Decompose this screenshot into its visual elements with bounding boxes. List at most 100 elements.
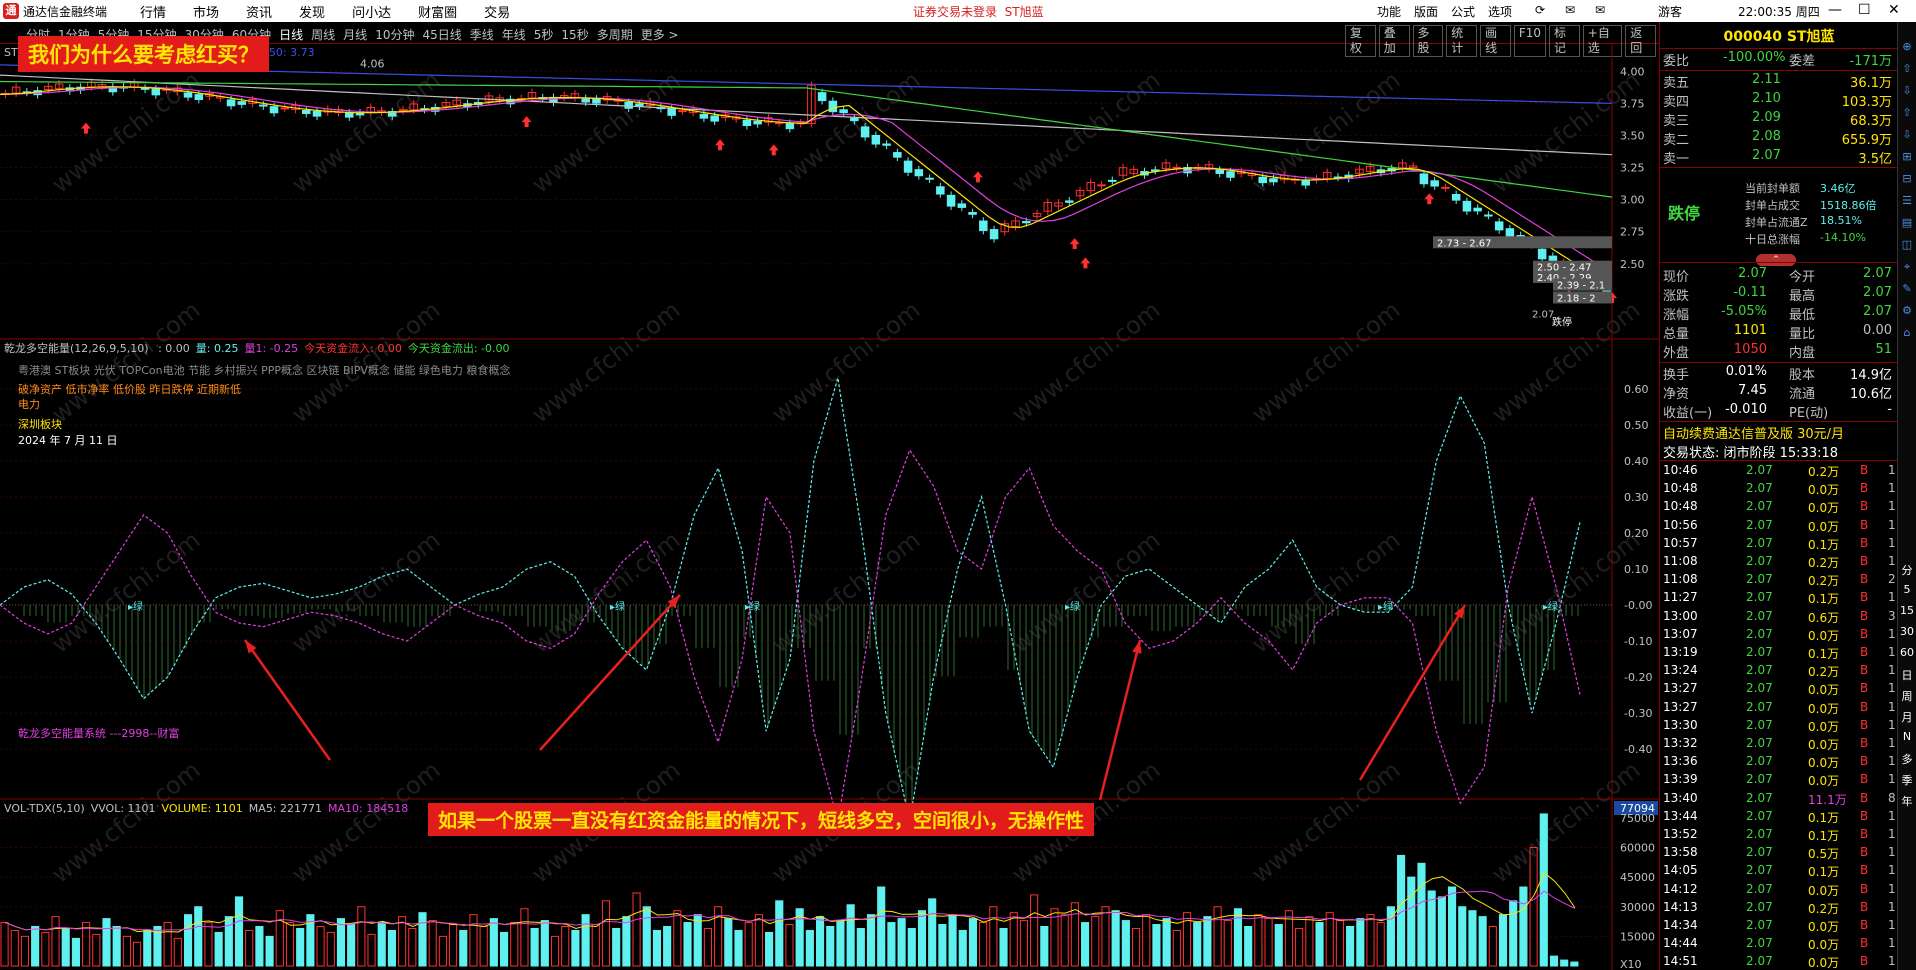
period-tab[interactable]: 更多 > (641, 26, 679, 43)
period-tab[interactable]: 45日线 (422, 26, 461, 43)
tick-row[interactable]: 10:46 2.07 0.2万 B 1 (1660, 463, 1898, 481)
sidebar-period[interactable]: 30 (1900, 625, 1914, 639)
sidebar-period[interactable]: 60 (1900, 646, 1914, 660)
sidebar-period[interactable]: 年 (1900, 793, 1914, 808)
tick-row[interactable]: 13:27 2.07 0.0万 B 1 (1660, 700, 1898, 718)
minimize-icon[interactable]: — (1828, 2, 1842, 18)
menu-news[interactable]: 资讯 (246, 2, 272, 21)
menu-quotes[interactable]: 行情 (140, 2, 166, 21)
tick-row[interactable]: 11:08 2.07 0.2万 B 2 (1660, 572, 1898, 590)
period-tab[interactable]: 多周期 (597, 26, 633, 43)
sidebar-period[interactable]: N (1900, 730, 1914, 744)
refresh-icon[interactable]: ⟳ (1535, 3, 1545, 17)
sidebar-period[interactable]: 分 (1900, 562, 1914, 577)
volume-bar (102, 918, 111, 967)
tick-row[interactable]: 13:24 2.07 0.2万 B 1 (1660, 663, 1898, 681)
sidebar-period[interactable]: 周 (1900, 688, 1914, 703)
tick-row[interactable]: 14:34 2.07 0.0万 B 1 (1660, 918, 1898, 936)
ask-row[interactable]: 卖一 2.07 3.5亿 (1660, 148, 1898, 167)
period-tab[interactable]: 10分钟 (375, 26, 414, 43)
login-warning[interactable]: 证券交易未登录 ST旭蓝 (913, 3, 1044, 20)
sidebar-period[interactable]: 15 (1900, 604, 1914, 618)
tick-row[interactable]: 11:27 2.07 0.1万 B 1 (1660, 590, 1898, 608)
period-tab[interactable]: 年线 (502, 26, 526, 43)
sidebar-period[interactable]: 日 (1900, 667, 1914, 682)
tick-row[interactable]: 13:58 2.07 0.5万 B 1 (1660, 845, 1898, 863)
sidebar-tool-icon[interactable]: ⇩ (1900, 84, 1914, 98)
sidebar-tool-icon[interactable]: ⇧ (1900, 62, 1914, 76)
tick-row[interactable]: 14:51 2.07 0.0万 B 1 (1660, 954, 1898, 970)
ad-link[interactable]: 自动续费通达信普及版 30元/月 (1663, 423, 1844, 442)
tick-cell: 0.5万 (1808, 847, 1840, 862)
ask-row[interactable]: 卖二 2.08 655.9万 (1660, 129, 1898, 148)
indicator-legend-item: 量: 0.25 (195, 342, 239, 355)
sidebar-tool-icon[interactable]: ▤ (1900, 216, 1914, 230)
tick-row[interactable]: 13:36 2.07 0.0万 B 1 (1660, 754, 1898, 772)
user-label[interactable]: 游客 (1658, 3, 1682, 20)
menu-discover[interactable]: 发现 (299, 2, 325, 21)
close-icon[interactable]: ✕ (1888, 2, 1900, 18)
tick-row[interactable]: 13:30 2.07 0.0万 B 1 (1660, 718, 1898, 736)
tick-row[interactable]: 13:40 2.07 11.1万 B 8 (1660, 791, 1898, 809)
tick-row[interactable]: 14:44 2.07 0.0万 B 1 (1660, 936, 1898, 954)
tick-row[interactable]: 14:05 2.07 0.1万 B 1 (1660, 863, 1898, 881)
sidebar-tool-icon[interactable]: ☰ (1900, 194, 1914, 208)
tick-row[interactable]: 13:44 2.07 0.1万 B 1 (1660, 809, 1898, 827)
sidebar-tool-icon[interactable]: ⊕ (1900, 40, 1914, 54)
ask-row[interactable]: 卖三 2.09 68.3万 (1660, 110, 1898, 129)
sidebar-period[interactable]: 5 (1900, 583, 1914, 597)
mail-icon[interactable]: ✉ (1595, 3, 1605, 17)
volume-bar (1346, 926, 1355, 967)
period-tab[interactable]: 15秒 (561, 26, 588, 43)
sidebar-tool-icon[interactable]: ⚙ (1900, 304, 1914, 318)
sidebar-tool-icon[interactable]: ◫ (1900, 238, 1914, 252)
sidebar-tool-icon[interactable]: ⇧ (1900, 106, 1914, 120)
sidebar-tool-icon[interactable]: ⇩ (1900, 128, 1914, 142)
tick-row[interactable]: 11:08 2.07 0.2万 B 1 (1660, 554, 1898, 572)
menu-trade[interactable]: 交易 (484, 2, 510, 21)
tick-row[interactable]: 10:57 2.07 0.1万 B 1 (1660, 536, 1898, 554)
tick-row[interactable]: 13:27 2.07 0.0万 B 1 (1660, 681, 1898, 699)
sidebar-period[interactable]: 月 (1900, 709, 1914, 724)
tick-cell: 1 (1888, 863, 1896, 878)
tick-row[interactable]: 10:48 2.07 0.0万 B 1 (1660, 481, 1898, 499)
sidebar-tool-icon[interactable]: ⌂ (1900, 326, 1914, 340)
tick-row[interactable]: 13:52 2.07 0.1万 B 1 (1660, 827, 1898, 845)
sidebar-period[interactable]: 多 (1900, 751, 1914, 766)
period-tab[interactable]: 周线 (311, 26, 335, 43)
tick-row[interactable]: 13:19 2.07 0.1万 B 1 (1660, 645, 1898, 663)
ask-row[interactable]: 卖五 2.11 36.1万 (1660, 72, 1898, 91)
tick-row[interactable]: 13:07 2.07 0.0万 B 1 (1660, 627, 1898, 645)
sidebar-tool-icon[interactable]: ✎ (1900, 282, 1914, 296)
menu-formula[interactable]: 公式 (1451, 3, 1475, 20)
menu-market[interactable]: 市场 (193, 2, 219, 21)
period-tab[interactable]: 5秒 (534, 26, 554, 43)
stock-header[interactable]: 000040 ST旭蓝 (1660, 26, 1898, 46)
menu-options[interactable]: 选项 (1488, 3, 1512, 20)
tick-row[interactable]: 10:56 2.07 0.0万 B 1 (1660, 518, 1898, 536)
ask-row[interactable]: 卖四 2.10 103.3万 (1660, 91, 1898, 110)
menu-ask[interactable]: 问小达 (352, 2, 391, 21)
tick-cell: B (1860, 717, 1869, 732)
period-tab[interactable]: 日线 (279, 26, 303, 43)
period-tab[interactable]: 月线 (343, 26, 367, 43)
tick-row[interactable]: 13:32 2.07 0.0万 B 1 (1660, 736, 1898, 754)
sidebar-tool-icon[interactable]: ⌖ (1900, 260, 1914, 274)
sidebar-period[interactable]: 季 (1900, 772, 1914, 787)
menu-layout[interactable]: 版面 (1414, 3, 1438, 20)
tick-row[interactable]: 13:00 2.07 0.6万 B 3 (1660, 609, 1898, 627)
sidebar-tool-icon[interactable]: ⊟ (1900, 172, 1914, 186)
collapse-toggle[interactable]: ⌃ (1756, 254, 1796, 266)
volume-bar (693, 914, 702, 967)
tick-cell: 2.07 (1746, 645, 1773, 659)
period-tab[interactable]: 季线 (470, 26, 494, 43)
tick-row[interactable]: 14:13 2.07 0.2万 B 1 (1660, 900, 1898, 918)
tick-row[interactable]: 13:39 2.07 0.0万 B 1 (1660, 772, 1898, 790)
menu-wealth[interactable]: 财富圈 (418, 2, 457, 21)
tick-row[interactable]: 10:48 2.07 0.0万 B 1 (1660, 499, 1898, 517)
sidebar-tool-icon[interactable]: ⊞ (1900, 150, 1914, 164)
menu-function[interactable]: 功能 (1377, 3, 1401, 20)
tick-row[interactable]: 14:12 2.07 0.0万 B 1 (1660, 882, 1898, 900)
chat-icon[interactable]: ✉ (1565, 3, 1575, 17)
maximize-icon[interactable]: ☐ (1858, 2, 1871, 18)
